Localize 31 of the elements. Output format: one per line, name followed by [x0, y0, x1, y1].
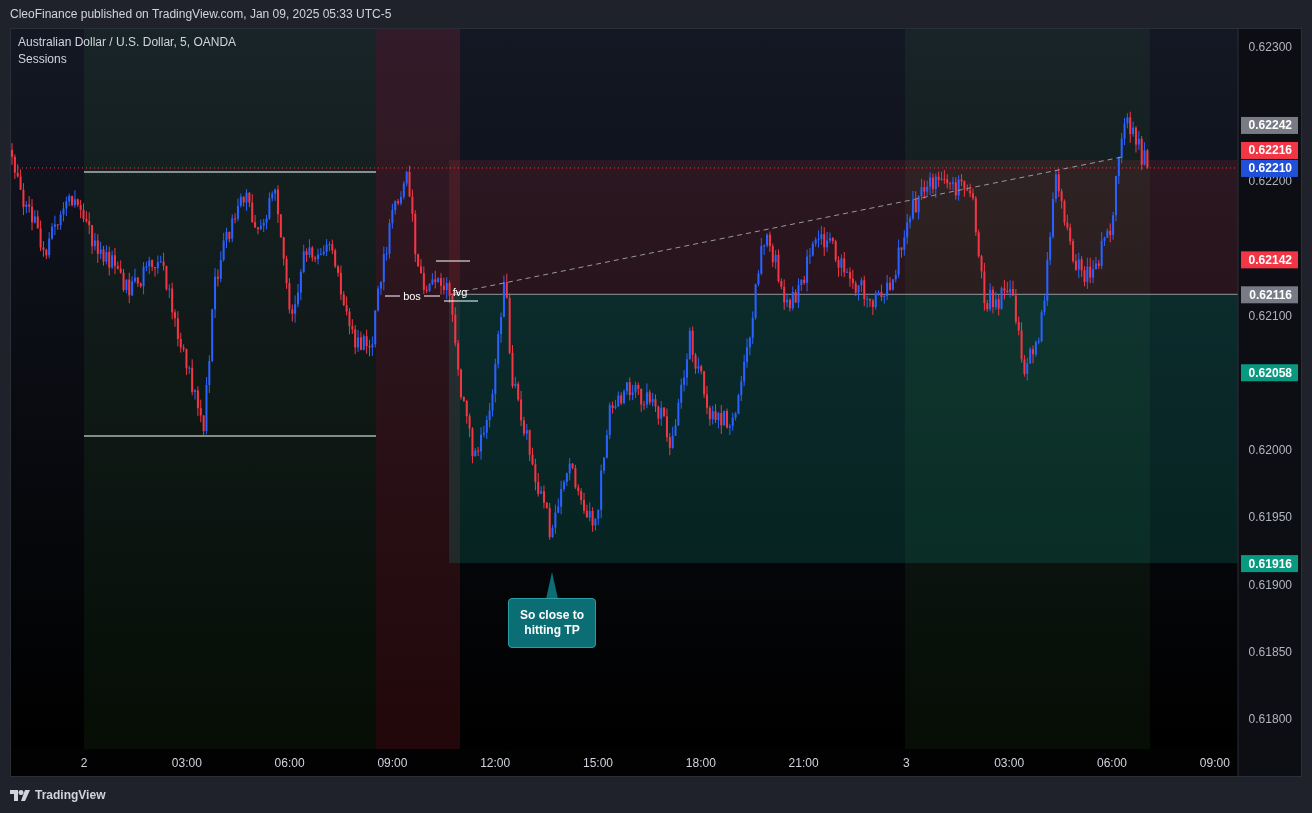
time-label: 09:00 — [377, 756, 408, 770]
price-tick: 0.62000 — [1248, 443, 1292, 458]
time-label: 18:00 — [685, 756, 716, 770]
price-tick: 0.61850 — [1248, 644, 1292, 659]
time-label: 06:00 — [274, 756, 305, 770]
price-label: 0.62116 — [1241, 286, 1298, 304]
price-tick: 0.61950 — [1248, 510, 1292, 525]
time-label: 2 — [80, 756, 88, 770]
time-label: 03:00 — [994, 756, 1025, 770]
price-tick: 0.62300 — [1248, 40, 1292, 54]
price-label: 0.61916 — [1241, 555, 1298, 573]
price-label: 0.62058 — [1241, 364, 1298, 382]
brand-name[interactable]: TradingView — [35, 788, 106, 802]
price-tick: 0.62200 — [1248, 174, 1292, 189]
price-tick: 0.61900 — [1248, 577, 1292, 592]
chart-label: fvg — [452, 286, 468, 298]
time-label: 21:00 — [788, 756, 819, 770]
publish-info: CleoFinance published on TradingView.com, Jan 09, 2025 05:33 UTC-5 — [10, 7, 392, 21]
callout-note: So close to hitting TP — [508, 598, 596, 648]
chart-label: bos — [403, 290, 421, 302]
price-tick: 0.62100 — [1248, 308, 1292, 323]
price-label: 0.62142 — [1241, 251, 1298, 269]
time-label: 06:00 — [1097, 756, 1127, 770]
time-label: 3 — [903, 756, 910, 770]
symbol-title: Australian Dollar / U.S. Dollar, 5, OANDA — [18, 35, 237, 49]
price-tick: 0.61800 — [1248, 712, 1292, 726]
time-label: 03:00 — [171, 756, 202, 770]
indicator-name[interactable]: Sessions — [18, 52, 67, 66]
time-label: 15:00 — [583, 756, 613, 770]
time-label: 09:00 — [1199, 756, 1230, 770]
time-label: 12:00 — [480, 756, 511, 770]
